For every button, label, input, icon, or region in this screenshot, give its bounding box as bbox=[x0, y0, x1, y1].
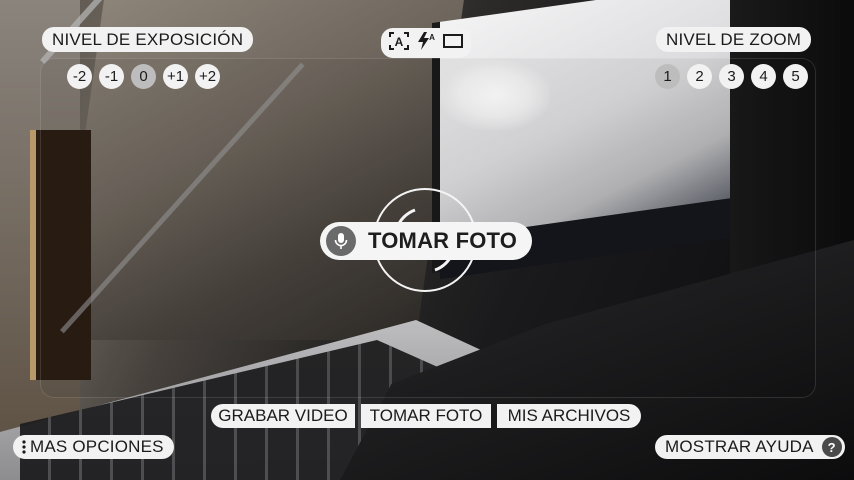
flash-auto-icon[interactable]: A bbox=[416, 31, 436, 56]
exposure-title: NIVEL DE EXPOSICIÓN bbox=[42, 27, 254, 52]
my-files-button[interactable]: MIS ARCHIVOS bbox=[497, 404, 641, 428]
exposure-level-plus1[interactable]: +1 bbox=[163, 64, 188, 89]
zoom-title: NIVEL DE ZOOM bbox=[656, 27, 812, 52]
zoom-level-1[interactable]: 1 bbox=[655, 64, 680, 89]
zoom-level-3[interactable]: 3 bbox=[719, 64, 744, 89]
camera-app: NIVEL DE EXPOSICIÓN -2 -1 0 +1 +2 A A NI… bbox=[0, 0, 854, 480]
help-icon: ? bbox=[821, 437, 842, 457]
camera-mode-icons: A A bbox=[381, 28, 471, 58]
aspect-ratio-icon[interactable] bbox=[442, 32, 464, 55]
record-video-button[interactable]: GRABAR VIDEO bbox=[211, 404, 355, 428]
voice-take-photo-button[interactable]: TOMAR FOTO bbox=[320, 222, 532, 260]
zoom-level-5[interactable]: 5 bbox=[783, 64, 808, 89]
svg-text:A: A bbox=[429, 33, 435, 42]
auto-focus-icon[interactable]: A bbox=[388, 31, 410, 56]
show-help-button[interactable]: MOSTRAR AYUDA ? bbox=[655, 435, 845, 459]
take-photo-button[interactable]: TOMAR FOTO bbox=[361, 404, 491, 428]
more-options-label: MAS OPCIONES bbox=[30, 437, 164, 456]
microphone-icon bbox=[326, 226, 356, 256]
zoom-level-2[interactable]: 2 bbox=[687, 64, 712, 89]
voice-take-photo-label: TOMAR FOTO bbox=[368, 228, 518, 253]
exposure-level-minus1[interactable]: -1 bbox=[99, 64, 124, 89]
more-options-button[interactable]: MAS OPCIONES bbox=[13, 435, 174, 459]
more-vertical-icon bbox=[22, 440, 26, 454]
show-help-label: MOSTRAR AYUDA bbox=[665, 437, 814, 456]
exposure-level-plus2[interactable]: +2 bbox=[195, 64, 220, 89]
zoom-level-4[interactable]: 4 bbox=[751, 64, 776, 89]
exposure-level-0[interactable]: 0 bbox=[131, 64, 156, 89]
svg-text:A: A bbox=[395, 35, 404, 49]
exposure-level-minus2[interactable]: -2 bbox=[67, 64, 92, 89]
